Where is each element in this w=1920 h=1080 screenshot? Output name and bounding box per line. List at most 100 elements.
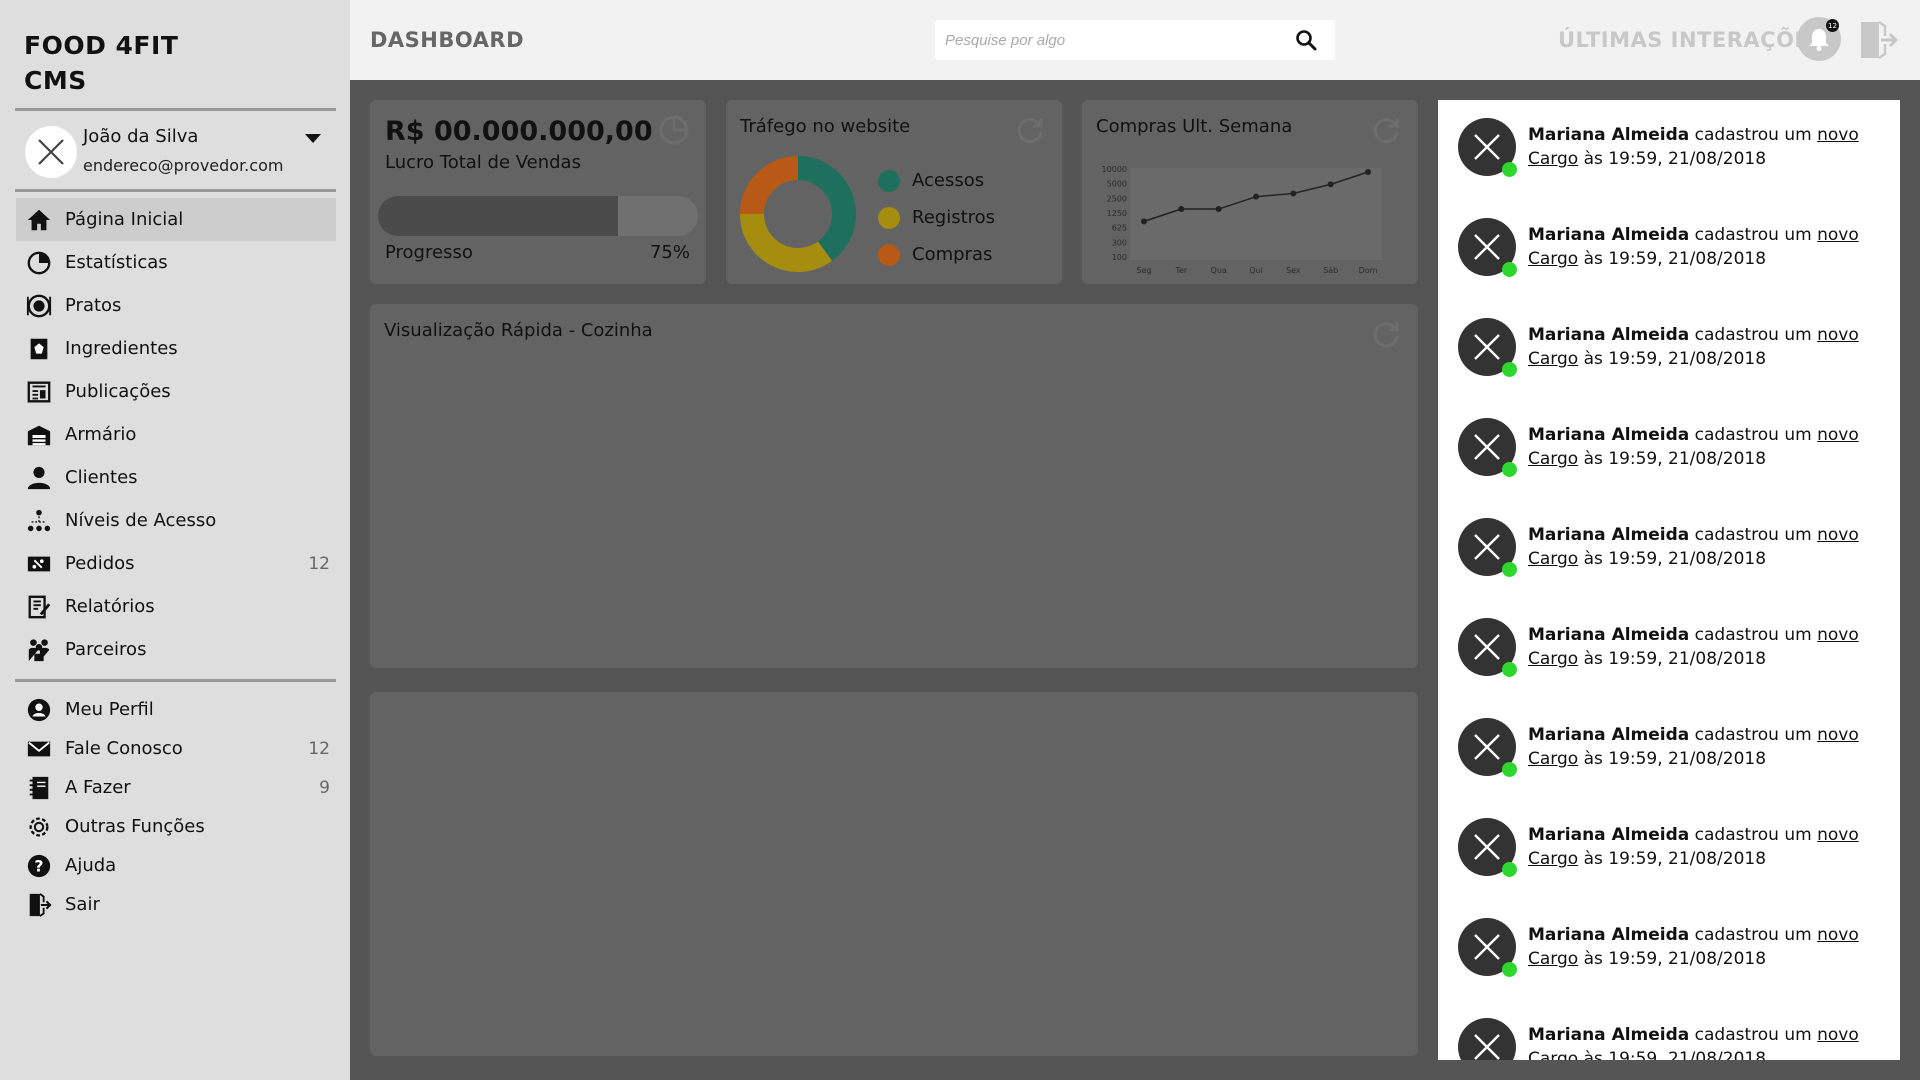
refresh-icon[interactable] [1370,114,1402,146]
notification-item[interactable]: Mariana Almeida cadastrou um novo Cargo … [1458,1018,1878,1060]
notification-link[interactable]: novo [1817,425,1859,445]
logout-icon [25,891,53,919]
sidebar-item-niveis-de-acesso[interactable]: Níveis de Acesso [0,499,350,542]
sidebar-item-label: Sair [65,894,100,915]
online-status-dot [1502,262,1517,277]
sidebar-item-estatisticas[interactable]: Estatísticas [0,241,350,284]
sidebar-item-label: Relatórios [65,596,155,617]
notification-item[interactable]: Mariana Almeida cadastrou um novo Cargo … [1458,818,1878,898]
search-icon[interactable] [1293,27,1319,53]
notification-item[interactable]: Mariana Almeida cadastrou um novo Cargo … [1458,218,1878,298]
sidebar-item-label: Parceiros [65,639,147,660]
page-title: DASHBOARD [370,28,525,52]
notification-item[interactable]: Mariana Almeida cadastrou um novo Cargo … [1458,118,1878,198]
sidebar-item-fale-conosco[interactable]: Fale Conosco 12 [0,729,350,768]
y-tick-label: 625 [1112,224,1127,233]
notification-link[interactable]: Cargo [1528,749,1578,769]
ingredient-icon [25,335,53,363]
sidebar-item-pedidos[interactable]: Pedidos 12 [0,542,350,585]
interactions-toggle[interactable]: ÚLTIMAS INTERAÇÕES [1558,28,1825,52]
sidebar-item-label: Publicações [65,381,171,402]
notification-link[interactable]: novo [1817,325,1859,345]
sidebar-item-parceiros[interactable]: Parceiros [0,628,350,671]
notification-time: às 19:59, 21/08/2018 [1583,649,1767,669]
notification-link[interactable]: Cargo [1528,249,1578,269]
donut-slice-acessos [797,156,856,261]
close-icon [1474,834,1500,860]
notification-item[interactable]: Mariana Almeida cadastrou um novo Cargo … [1458,318,1878,398]
notification-time: às 19:59, 21/08/2018 [1583,949,1767,969]
notification-link[interactable]: novo [1817,125,1859,145]
notification-link[interactable]: Cargo [1528,949,1578,969]
notification-link[interactable]: Cargo [1528,449,1578,469]
user-menu[interactable]: João da Silva endereco@provedor.com [25,126,335,178]
sidebar-item-outras-funcoes[interactable]: Outras Funções [0,807,350,846]
notification-user: Mariana Almeida [1528,625,1690,645]
logout-icon[interactable] [1855,18,1899,62]
sidebar-item-armario[interactable]: Armário [0,413,350,456]
close-icon [1474,134,1500,160]
sidebar-item-label: Clientes [65,467,138,488]
dish-icon [25,292,53,320]
notification-link[interactable]: novo [1817,825,1859,845]
sidebar-item-publicacoes[interactable]: Publicações [0,370,350,413]
sidebar-item-relatorios[interactable]: Relatórios [0,585,350,628]
notification-action: cadastrou um [1694,225,1812,245]
notification-user: Mariana Almeida [1528,325,1690,345]
notification-action: cadastrou um [1694,625,1812,645]
close-icon [1474,634,1500,660]
data-point [1178,206,1185,213]
legend-label: Registros [912,207,996,228]
divider [15,679,336,682]
notification-link[interactable]: Cargo [1528,349,1578,369]
pie-chart-icon[interactable] [658,114,690,146]
x-tick-label: Qui [1249,266,1263,275]
interactions-panel: Mariana Almeida cadastrou um novo Cargo … [1438,100,1900,1060]
sidebar-item-a-fazer[interactable]: A Fazer 9 [0,768,350,807]
divider [15,189,336,192]
notification-link[interactable]: novo [1817,1025,1859,1045]
y-tick-label: 2500 [1107,194,1127,203]
notification-link[interactable]: Cargo [1528,549,1578,569]
topbar: DASHBOARD ÚLTIMAS INTERAÇÕES 12 [350,0,1920,80]
notification-link[interactable]: Cargo [1528,849,1578,869]
refresh-icon[interactable] [1370,318,1402,350]
refresh-icon[interactable] [1014,114,1046,146]
sidebar-item-ingredientes[interactable]: Ingredientes [0,327,350,370]
sidebar-item-pratos[interactable]: Pratos [0,284,350,327]
sidebar: FOOD 4FIT CMS João da Silva endereco@pro… [0,0,350,1080]
sidebar-item-meu-perfil[interactable]: Meu Perfil [0,690,350,729]
online-status-dot [1502,762,1517,777]
notification-item[interactable]: Mariana Almeida cadastrou um novo Cargo … [1458,918,1878,998]
notification-time: às 19:59, 21/08/2018 [1583,149,1767,169]
user-email: endereco@provedor.com [83,156,284,175]
sidebar-item-ajuda[interactable]: ? Ajuda [0,846,350,885]
user-name: João da Silva [83,126,199,147]
empty-card [370,692,1418,1056]
notification-link[interactable]: novo [1817,925,1859,945]
legend-item: Acessos [878,162,995,199]
sidebar-item-pagina-inicial[interactable]: Página Inicial [16,198,336,241]
notification-link[interactable]: novo [1817,625,1859,645]
notification-link[interactable]: novo [1817,725,1859,745]
notification-link[interactable]: Cargo [1528,149,1578,169]
legend-swatch [878,243,900,266]
notification-item[interactable]: Mariana Almeida cadastrou um novo Cargo … [1458,518,1878,598]
sidebar-item-sair[interactable]: Sair [0,885,350,924]
brand-logo[interactable]: FOOD 4FIT CMS [24,28,178,98]
notification-item[interactable]: Mariana Almeida cadastrou um novo Cargo … [1458,618,1878,698]
main-nav: Página Inicial Estatísticas Pratos Ingredie… [0,198,350,671]
notification-time: às 19:59, 21/08/2018 [1583,249,1767,269]
notification-item[interactable]: Mariana Almeida cadastrou um novo Cargo … [1458,418,1878,498]
notifications-button[interactable]: 12 [1797,17,1841,61]
chevron-down-icon[interactable] [305,134,321,143]
notification-link[interactable]: Cargo [1528,649,1578,669]
traffic-title: Tráfego no website [740,116,911,137]
notification-link[interactable]: novo [1817,525,1859,545]
notification-link[interactable]: novo [1817,225,1859,245]
notification-item[interactable]: Mariana Almeida cadastrou um novo Cargo … [1458,718,1878,798]
sidebar-item-clientes[interactable]: Clientes [0,456,350,499]
search-input[interactable] [935,20,1335,60]
notification-link[interactable]: Cargo [1528,1049,1578,1060]
progress-label: Progresso [385,242,473,263]
